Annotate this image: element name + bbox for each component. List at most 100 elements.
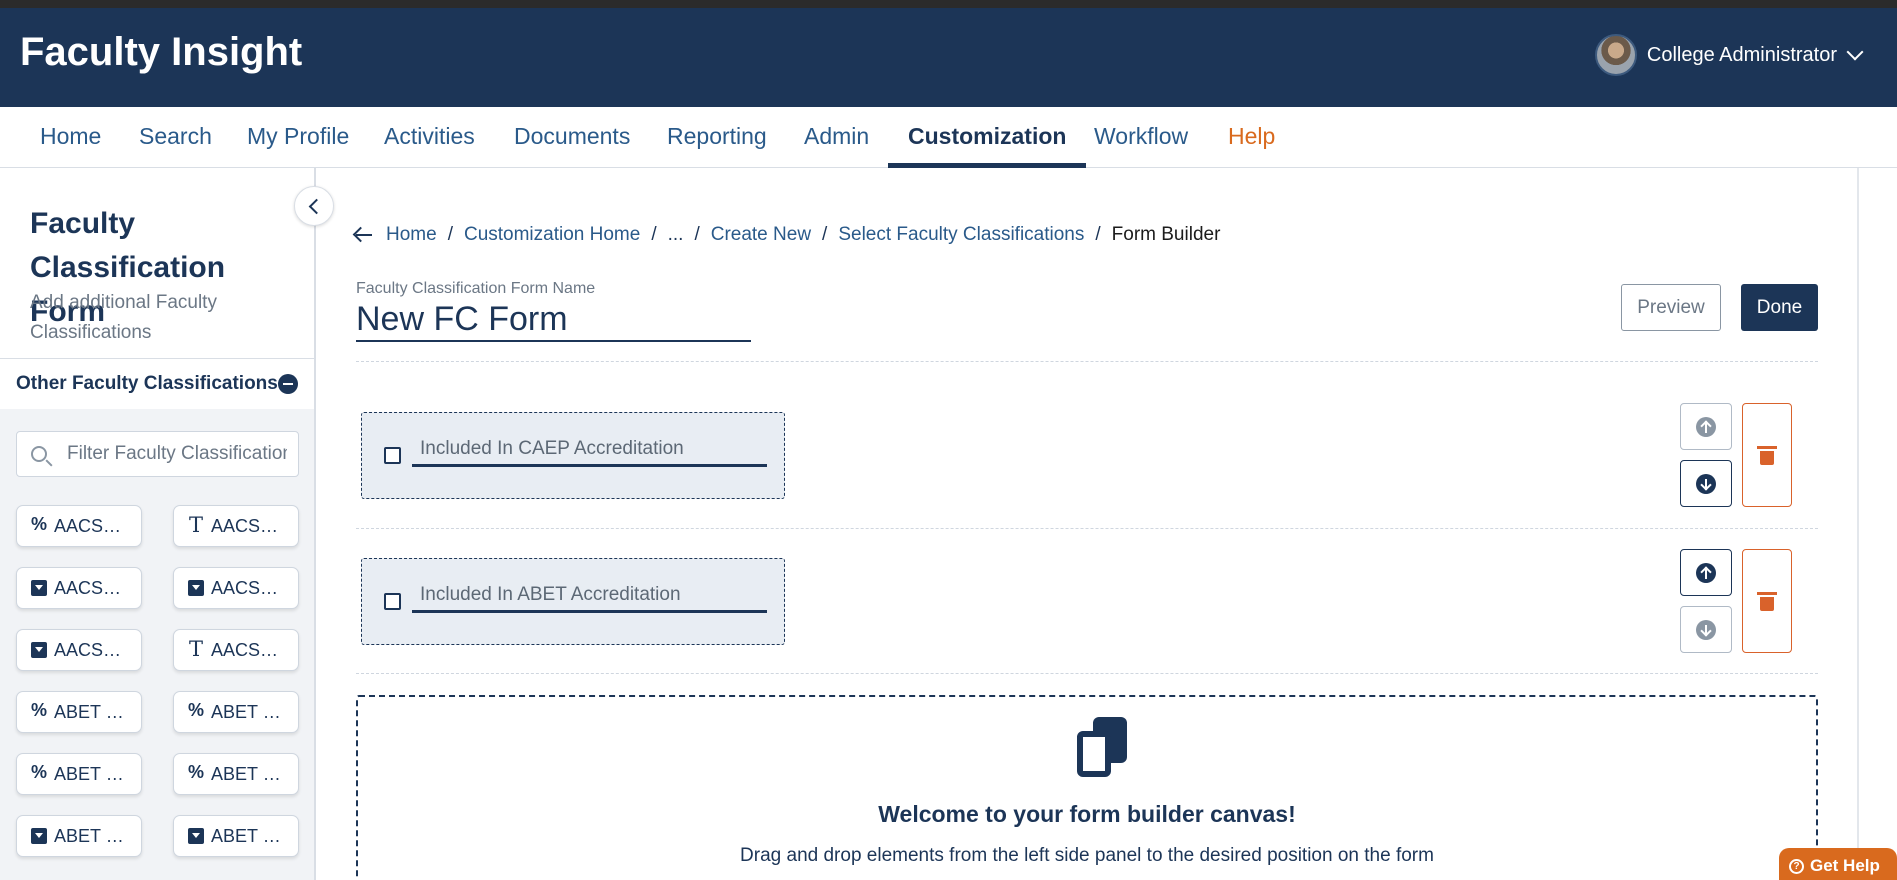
form-field-checkbox[interactable]: Included In ABET Accreditation — [361, 558, 785, 645]
draggable-chip[interactable]: ABET … — [16, 753, 142, 795]
content-border — [1857, 168, 1859, 880]
breadcrumb-select-faculty-classifications[interactable]: Select Faculty Classifications — [838, 224, 1084, 246]
percent-icon — [31, 762, 47, 783]
help-icon: ? — [1789, 858, 1804, 874]
nav-reporting[interactable]: Reporting — [647, 107, 787, 168]
back-arrow-icon[interactable] — [356, 234, 372, 236]
chip-label: ABET … — [54, 825, 124, 846]
nav-help[interactable]: Help — [1208, 107, 1295, 168]
percent-icon — [31, 700, 47, 721]
nav-workflow[interactable]: Workflow — [1074, 107, 1208, 168]
user-menu[interactable]: College Administrator — [1594, 34, 1864, 76]
dropdown-icon — [31, 580, 47, 596]
dropdown-icon — [31, 642, 47, 658]
arrow-down-icon — [1696, 473, 1716, 494]
divider — [356, 528, 1818, 529]
breadcrumb-home[interactable]: Home — [386, 224, 437, 246]
avatar[interactable] — [1594, 34, 1637, 76]
field-label-input[interactable]: Included In CAEP Accreditation — [412, 435, 767, 467]
draggable-chip[interactable]: ABET … — [173, 753, 299, 795]
draggable-chip[interactable]: AACS… — [16, 505, 142, 547]
nav-admin[interactable]: Admin — [784, 107, 889, 168]
get-help-label: Get Help — [1810, 856, 1880, 875]
app-title: Faculty Insight — [20, 30, 303, 74]
text-icon — [188, 637, 204, 661]
nav-search[interactable]: Search — [119, 107, 232, 168]
nav-home[interactable]: Home — [20, 107, 121, 168]
checkbox[interactable] — [384, 447, 401, 464]
canvas-subtitle: Drag and drop elements from the left sid… — [740, 845, 1434, 866]
filter-input[interactable] — [67, 443, 287, 465]
section-label: Other Faculty Classifications — [16, 373, 278, 394]
form-canvas-dropzone[interactable]: Welcome to your form builder canvas! Dra… — [356, 695, 1818, 880]
percent-icon — [188, 700, 204, 721]
form-field-checkbox[interactable]: Included In CAEP Accreditation — [361, 412, 785, 499]
collapse-sidebar-button[interactable] — [294, 186, 334, 226]
chip-label: AACS… — [54, 639, 122, 660]
copy-icon — [1073, 717, 1131, 779]
move-down-button[interactable] — [1680, 606, 1732, 653]
canvas-title: Welcome to your form builder canvas! — [878, 801, 1296, 827]
app-header: Faculty Insight College Administrator — [0, 8, 1897, 107]
move-up-button[interactable] — [1680, 403, 1732, 450]
element-panel: AACS… AACS… AACS… AACS… AACS… AACS… ABET… — [0, 409, 314, 880]
collapse-minus-icon[interactable] — [278, 374, 298, 394]
chevron-down-icon[interactable] — [1846, 43, 1864, 61]
get-help-button[interactable]: ? Get Help — [1779, 848, 1897, 880]
main-nav: Home Search My Profile Activities Docume… — [0, 107, 1897, 168]
nav-my-profile[interactable]: My Profile — [227, 107, 369, 168]
arrow-up-icon — [1696, 562, 1716, 583]
done-button[interactable]: Done — [1741, 284, 1818, 331]
browser-top-strip — [0, 0, 1897, 8]
breadcrumb: Home / Customization Home / ... / Create… — [356, 224, 1220, 246]
divider — [356, 361, 1818, 362]
text-icon — [188, 513, 204, 537]
sidebar: Faculty Classification Form Add addition… — [0, 168, 334, 880]
delete-field-button[interactable] — [1742, 403, 1792, 507]
trash-icon — [1757, 446, 1777, 465]
arrow-down-icon — [1696, 619, 1716, 640]
chip-label: ABET … — [54, 763, 124, 784]
delete-field-button[interactable] — [1742, 549, 1792, 653]
dropdown-icon — [31, 828, 47, 844]
chip-label: AACS… — [211, 515, 279, 536]
section-header-other-faculty-classifications[interactable]: Other Faculty Classifications — [0, 359, 314, 409]
checkbox[interactable] — [384, 593, 401, 610]
dropdown-icon — [188, 580, 204, 596]
chip-label: AACS… — [211, 639, 279, 660]
draggable-chip[interactable]: AACS… — [173, 505, 299, 547]
trash-icon — [1757, 592, 1777, 611]
breadcrumb-customization-home[interactable]: Customization Home — [464, 224, 640, 246]
nav-activities[interactable]: Activities — [364, 107, 495, 168]
filter-field[interactable] — [16, 431, 299, 477]
draggable-chip[interactable]: ABET … — [173, 815, 299, 857]
draggable-chip[interactable]: AACS… — [16, 567, 142, 609]
arrow-up-icon — [1696, 416, 1716, 437]
chevron-left-icon — [308, 198, 325, 214]
breadcrumb-create-new[interactable]: Create New — [711, 224, 811, 246]
sidebar-subtitle: Add additional Faculty Classifications — [30, 292, 217, 343]
move-up-button[interactable] — [1680, 549, 1732, 596]
chip-label: AACS… — [211, 577, 279, 598]
chip-label: ABET … — [211, 825, 281, 846]
preview-button[interactable]: Preview — [1621, 284, 1721, 331]
move-down-button[interactable] — [1680, 460, 1732, 507]
nav-customization[interactable]: Customization — [888, 107, 1087, 168]
draggable-chip[interactable]: AACS… — [173, 567, 299, 609]
draggable-chip[interactable]: ABET … — [173, 691, 299, 733]
field-label-input[interactable]: Included In ABET Accreditation — [412, 581, 767, 613]
chip-label: ABET … — [211, 701, 281, 722]
form-name-input[interactable] — [356, 298, 751, 342]
form-builder-main: Home / Customization Home / ... / Create… — [318, 168, 1858, 880]
user-name[interactable]: College Administrator — [1647, 44, 1837, 67]
search-icon — [31, 446, 47, 462]
draggable-chip[interactable]: AACS… — [16, 629, 142, 671]
chip-label: ABET … — [54, 701, 124, 722]
percent-icon — [188, 762, 204, 783]
draggable-chip[interactable]: ABET … — [16, 691, 142, 733]
breadcrumb-current: Form Builder — [1111, 224, 1221, 245]
breadcrumb-ellipsis[interactable]: ... — [668, 224, 684, 246]
draggable-chip[interactable]: AACS… — [173, 629, 299, 671]
draggable-chip[interactable]: ABET … — [16, 815, 142, 857]
nav-documents[interactable]: Documents — [494, 107, 650, 168]
